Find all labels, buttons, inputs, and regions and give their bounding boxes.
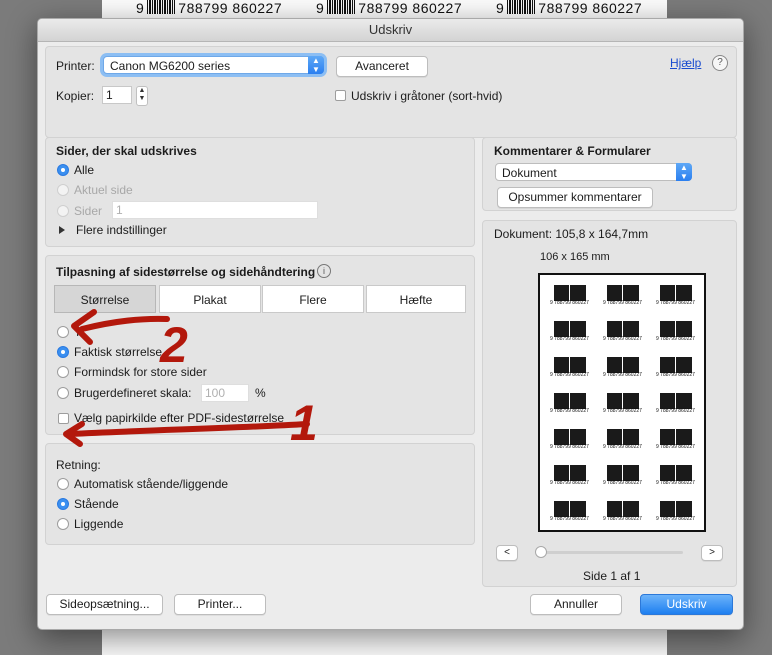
annotation-number-1: 1 — [290, 395, 318, 451]
annotation-arrow-2 — [79, 315, 170, 332]
annotation-arrow-1 — [67, 421, 310, 437]
annotation-overlay: 2 1 — [63, 309, 318, 451]
annotation-number-2: 2 — [159, 317, 188, 373]
